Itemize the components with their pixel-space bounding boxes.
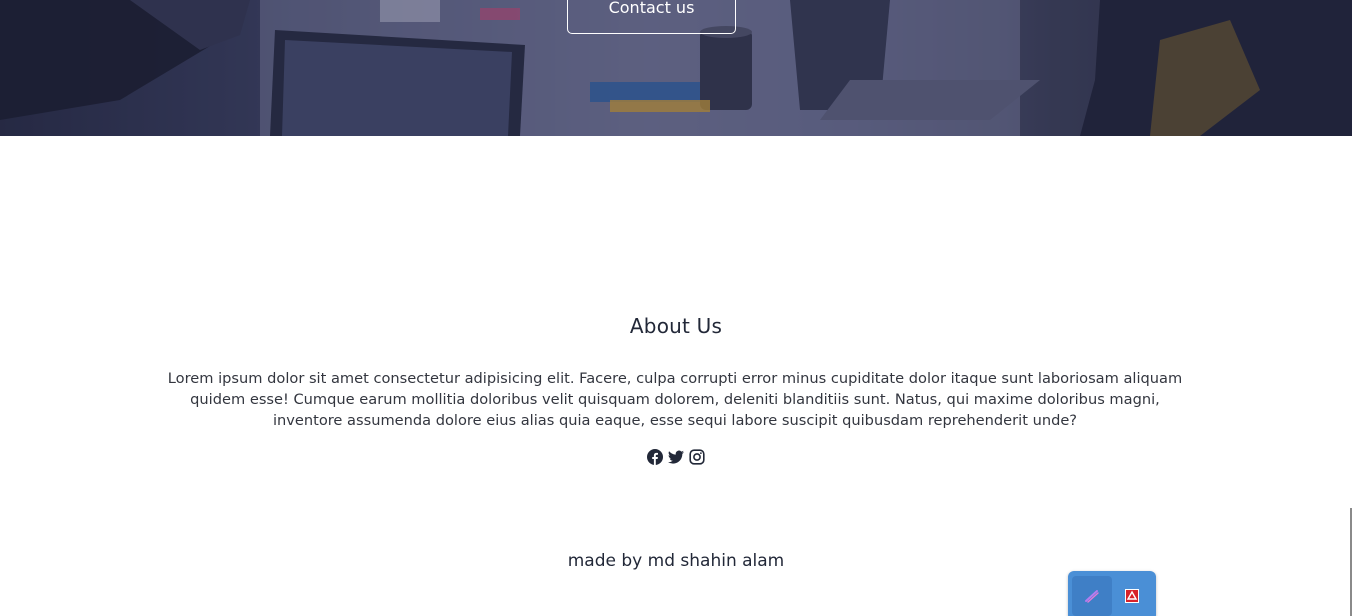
instagram-icon[interactable] — [689, 449, 705, 465]
twitter-icon[interactable] — [668, 449, 684, 465]
about-description: Lorem ipsum dolor sit amet consectetur a… — [167, 370, 1183, 429]
social-links — [0, 449, 1352, 465]
pdf-icon[interactable] — [1112, 576, 1152, 616]
contact-us-button[interactable]: Contact us — [567, 0, 736, 34]
pen-icon[interactable] — [1072, 576, 1112, 616]
facebook-icon[interactable] — [647, 449, 663, 465]
hero-banner: Contact us — [0, 0, 1352, 136]
footer-credit: made by md shahin alam — [567, 551, 785, 571]
about-title: About Us — [629, 314, 723, 338]
floating-toolbar — [1068, 571, 1156, 616]
